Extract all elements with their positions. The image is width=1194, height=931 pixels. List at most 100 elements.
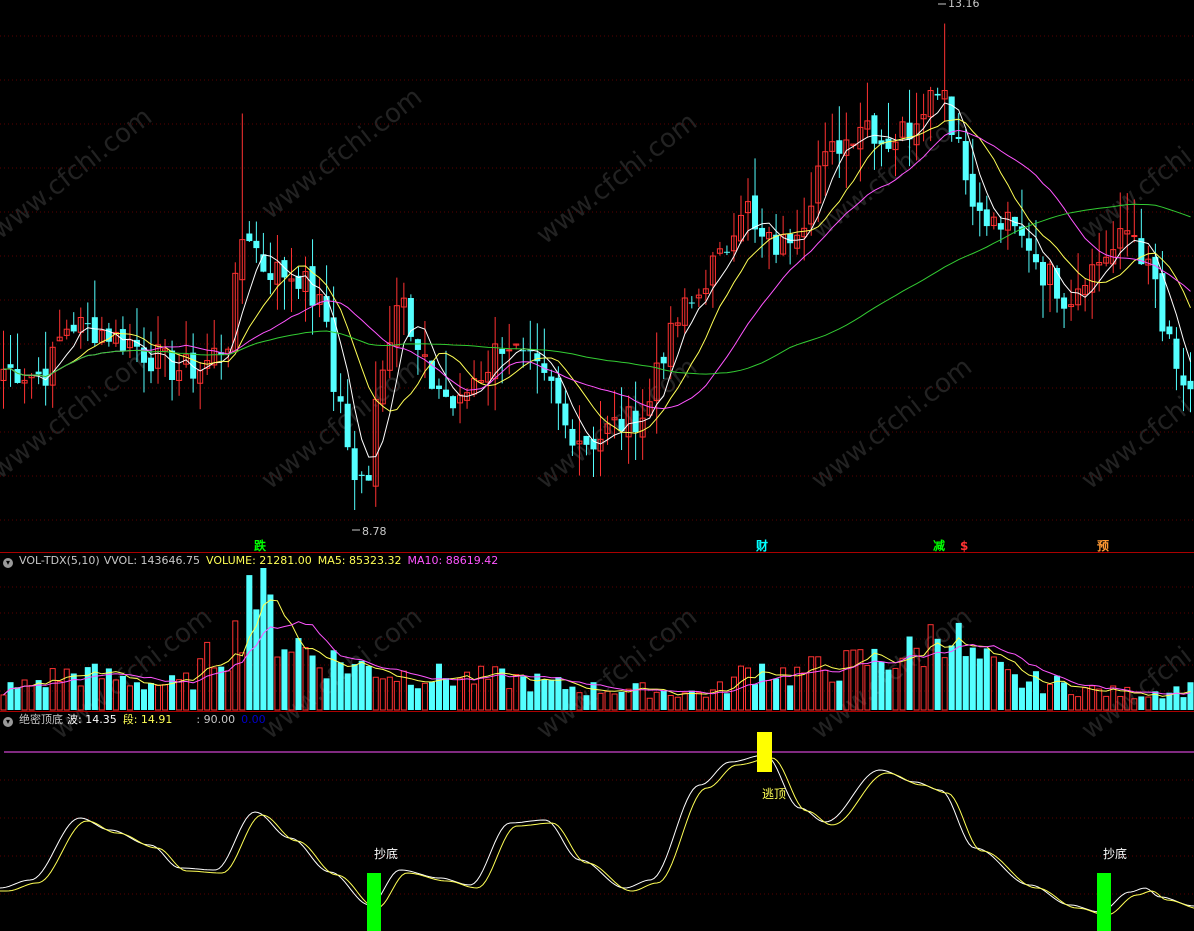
volume-bar <box>91 663 98 710</box>
volume-bar <box>1011 674 1018 710</box>
watermark-text: www.cfchi.com <box>531 107 703 251</box>
volume-indicator-name[interactable]: VOL-TDX(5,10) <box>19 554 100 567</box>
volume-bar <box>176 679 183 711</box>
candle-body <box>548 376 555 381</box>
volume-bar <box>871 648 878 710</box>
volume-bar <box>1180 697 1187 710</box>
volume-bar <box>155 684 162 711</box>
buy-signal-bar <box>367 873 381 931</box>
buy-label: 抄底 <box>374 846 398 861</box>
candle-body <box>435 385 442 390</box>
candle-body <box>1025 238 1032 251</box>
volume-bar <box>435 663 442 710</box>
candle-body <box>997 223 1004 230</box>
candle-body <box>871 115 878 144</box>
volume-value: VOLUME: 21281.00 <box>206 554 312 567</box>
volume-bar <box>42 687 49 710</box>
candle-body <box>414 339 421 350</box>
volume-bar <box>197 658 204 711</box>
osc-wave-line <box>0 754 1194 913</box>
volume-bar <box>681 692 688 711</box>
watermark-text: www.cfchi.com <box>531 352 703 496</box>
candle-body <box>246 233 253 242</box>
candle-body <box>169 350 176 381</box>
volume-bar <box>1173 686 1180 710</box>
volume-bar <box>667 695 674 711</box>
candle-body <box>632 410 639 433</box>
volume-bar <box>506 688 513 711</box>
volume-bar <box>969 647 976 710</box>
volume-bar <box>379 678 386 711</box>
volume-bar <box>822 669 829 711</box>
candle-body <box>70 324 77 332</box>
volume-bar <box>983 648 990 710</box>
volume-bar <box>513 674 520 711</box>
volume-bar <box>386 676 393 711</box>
osc-indicator-name[interactable]: 绝密顶底 <box>19 713 63 726</box>
candle-body <box>983 209 990 227</box>
volume-bar <box>478 665 485 711</box>
chevron-down-icon[interactable]: ▾ <box>3 558 13 568</box>
candle-body <box>358 474 365 476</box>
volume-bar <box>295 638 302 710</box>
sell-signal-bar <box>757 732 772 772</box>
candle-body <box>499 348 506 354</box>
event-marker: 预 <box>1097 539 1109 553</box>
volume-bar <box>920 666 927 711</box>
volume-bar <box>1082 687 1089 711</box>
volume-bar <box>365 665 372 710</box>
volume-bar <box>323 678 330 710</box>
candle-body <box>723 251 730 253</box>
volume-bar <box>372 676 379 711</box>
volume-bar <box>1061 682 1068 710</box>
buy-signal-bar <box>1097 873 1111 931</box>
ma20-line <box>3 129 1191 410</box>
volume-bar <box>1138 696 1145 710</box>
volume-bar <box>1187 682 1194 710</box>
volume-bar <box>520 676 527 710</box>
ma60-line <box>3 203 1191 378</box>
volume-bar <box>780 667 787 711</box>
volume-bar <box>309 655 316 710</box>
candle-body <box>1032 254 1039 263</box>
volume-bar <box>1039 693 1047 710</box>
volume-bar <box>562 689 569 710</box>
volume-bar <box>541 679 548 710</box>
watermark-text: www.cfchi.com <box>1076 102 1194 246</box>
volume-bar <box>471 683 478 711</box>
volume-bar <box>119 675 126 710</box>
volume-bar <box>766 679 773 711</box>
candle-body <box>955 136 962 139</box>
volume-bar <box>421 682 428 711</box>
event-marker: 跌 <box>254 538 267 553</box>
volume-bar <box>428 681 435 710</box>
moving-average-lines <box>3 102 1191 458</box>
volume-bar <box>583 695 590 710</box>
volume-bar <box>646 697 653 711</box>
candle-body <box>442 389 450 397</box>
volume-bar <box>660 690 667 710</box>
low-price-label: 8.78 <box>362 525 387 538</box>
candle-body <box>35 371 42 375</box>
volume-bar <box>1025 681 1032 710</box>
volume-bar <box>695 692 702 711</box>
volume-bar <box>147 683 155 710</box>
volume-bar <box>878 661 885 710</box>
grid-lines <box>0 35 1194 895</box>
volume-bar <box>457 677 464 711</box>
volume-bar <box>976 658 983 710</box>
candle-body <box>660 356 667 364</box>
volume-bar <box>759 663 766 710</box>
volume-bar <box>442 678 450 710</box>
candle-body <box>976 202 983 211</box>
candle-body <box>1187 380 1194 390</box>
candle-body <box>555 377 562 404</box>
volume-bar <box>836 680 843 710</box>
chevron-down-icon[interactable]: ▾ <box>3 717 13 727</box>
candle-body <box>351 448 358 481</box>
watermark-text: www.cfchi.com <box>1076 602 1194 746</box>
volume-bar <box>653 691 660 711</box>
volume-bar <box>632 683 639 710</box>
volume-bar <box>21 679 28 711</box>
watermark-text: www.cfchi.com <box>806 352 978 496</box>
